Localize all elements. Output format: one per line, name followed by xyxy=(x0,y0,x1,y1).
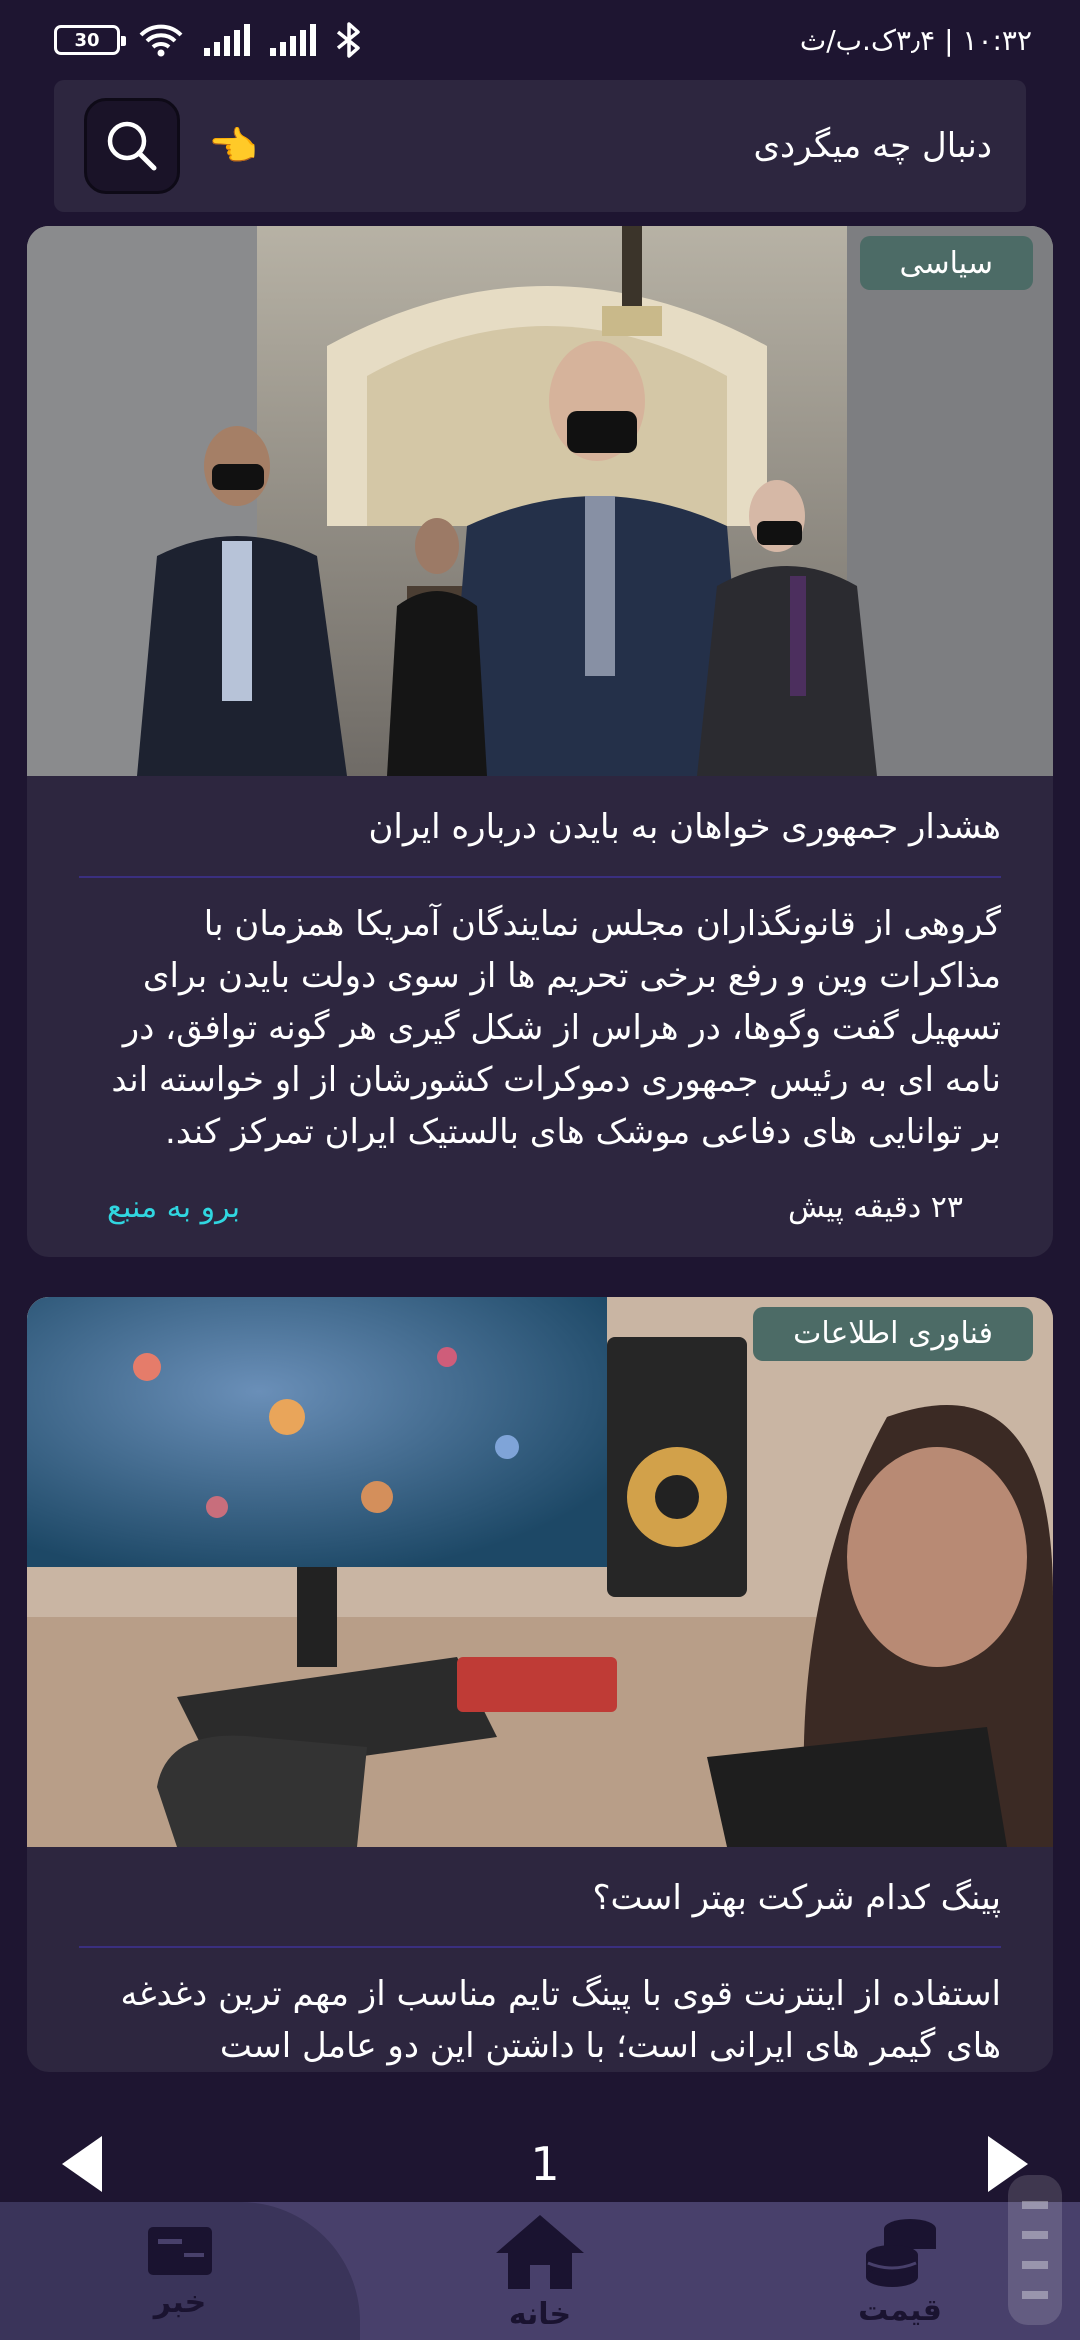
status-time-data: ۱۰:۳۲ | ۳٫۴ک.ب/ث xyxy=(799,23,1032,57)
nav-label: قیمت xyxy=(858,2292,942,2328)
battery-icon: 30 xyxy=(54,25,126,55)
page-number: 1 xyxy=(530,2137,560,2191)
card-footer: ۲۳ دقیقه پیش برو به منبع xyxy=(27,1158,1053,1257)
signal-icon-2 xyxy=(268,24,316,56)
wifi-icon xyxy=(138,23,184,57)
news-body: گروهی از قانونگذاران مجلس نمایندگان آمری… xyxy=(111,903,1001,1152)
newspaper-icon xyxy=(148,2226,212,2275)
prev-page-arrow-icon[interactable] xyxy=(60,2134,104,2194)
search-icon xyxy=(107,121,157,171)
news-image[interactable]: سیاسی xyxy=(27,226,1053,776)
search-bar: 👈 xyxy=(54,80,1026,212)
search-button[interactable] xyxy=(84,98,180,194)
coins-icon xyxy=(866,2218,936,2287)
news-image[interactable]: فناوری اطلاعات xyxy=(27,1296,1053,1847)
news-title[interactable]: پینگ کدام شرکت بهتر است؟ xyxy=(27,1847,1053,1923)
pager: 1 xyxy=(0,2126,1080,2202)
news-card[interactable]: سیاسی هشدار جمهوری خواهان به بایدن دربار… xyxy=(27,226,1053,1257)
nav-item-home[interactable]: خانه xyxy=(360,2202,720,2340)
source-link[interactable]: برو به منبع xyxy=(107,1190,240,1225)
nav-label: خانه xyxy=(508,2296,572,2332)
status-icons: 30 xyxy=(54,22,364,58)
home-icon xyxy=(496,2214,584,2289)
search-input[interactable] xyxy=(257,126,992,166)
status-bar: 30 ۱۰:۳۲ | ۳٫۴ک.ب/ث xyxy=(0,0,1080,80)
store-watermark-logo xyxy=(990,2160,1080,2340)
news-card[interactable]: فناوری اطلاعات پینگ کدام شرکت بهتر است؟ … xyxy=(27,1296,1053,2073)
pointing-hand-icon: 👈 xyxy=(208,123,258,170)
nav-item-news[interactable]: خبر xyxy=(0,2202,360,2340)
news-feed[interactable]: سیاسی هشدار جمهوری خواهان به بایدن دربار… xyxy=(27,226,1053,2126)
category-badge[interactable]: سیاسی xyxy=(859,236,1033,290)
nav-label: خبر xyxy=(153,2284,207,2320)
news-title[interactable]: هشدار جمهوری خواهان به بایدن درباره ایرا… xyxy=(27,776,1053,852)
time-ago: ۲۳ دقیقه پیش xyxy=(788,1189,963,1225)
signal-icon xyxy=(202,24,250,56)
bottom-nav: خبر خانه قیمت xyxy=(0,2202,1080,2340)
bluetooth-icon xyxy=(334,22,364,58)
category-badge[interactable]: فناوری اطلاعات xyxy=(753,1306,1033,1361)
news-body: استفاده از اینترنت قوی با پینگ تایم مناس… xyxy=(120,1974,1002,2067)
